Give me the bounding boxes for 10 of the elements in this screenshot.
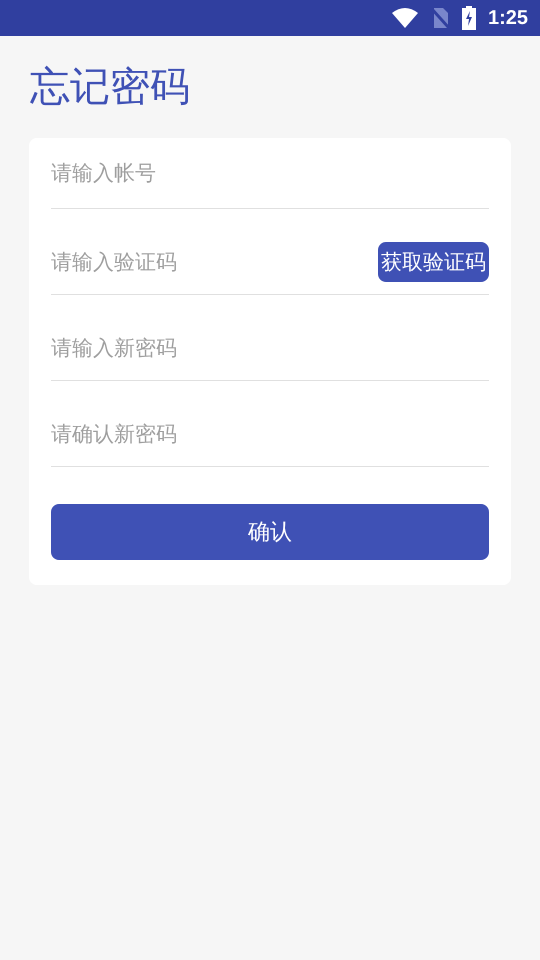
input-field[interactable]: 请输入新密码 bbox=[51, 336, 489, 360]
input-field[interactable]: 请输入验证码 bbox=[51, 250, 378, 274]
confirm-button[interactable]: 确认 bbox=[51, 504, 489, 560]
clock-time: 1:25 bbox=[488, 6, 528, 30]
page-title: 忘记密码 bbox=[29, 63, 191, 112]
battery-charging-icon bbox=[462, 6, 476, 30]
input-field[interactable]: 请确认新密码 bbox=[51, 422, 489, 446]
input-field[interactable]: 请输入帐号 bbox=[51, 161, 489, 185]
wifi-icon bbox=[392, 8, 418, 28]
get-code-button[interactable]: 获取验证码 bbox=[378, 242, 489, 282]
